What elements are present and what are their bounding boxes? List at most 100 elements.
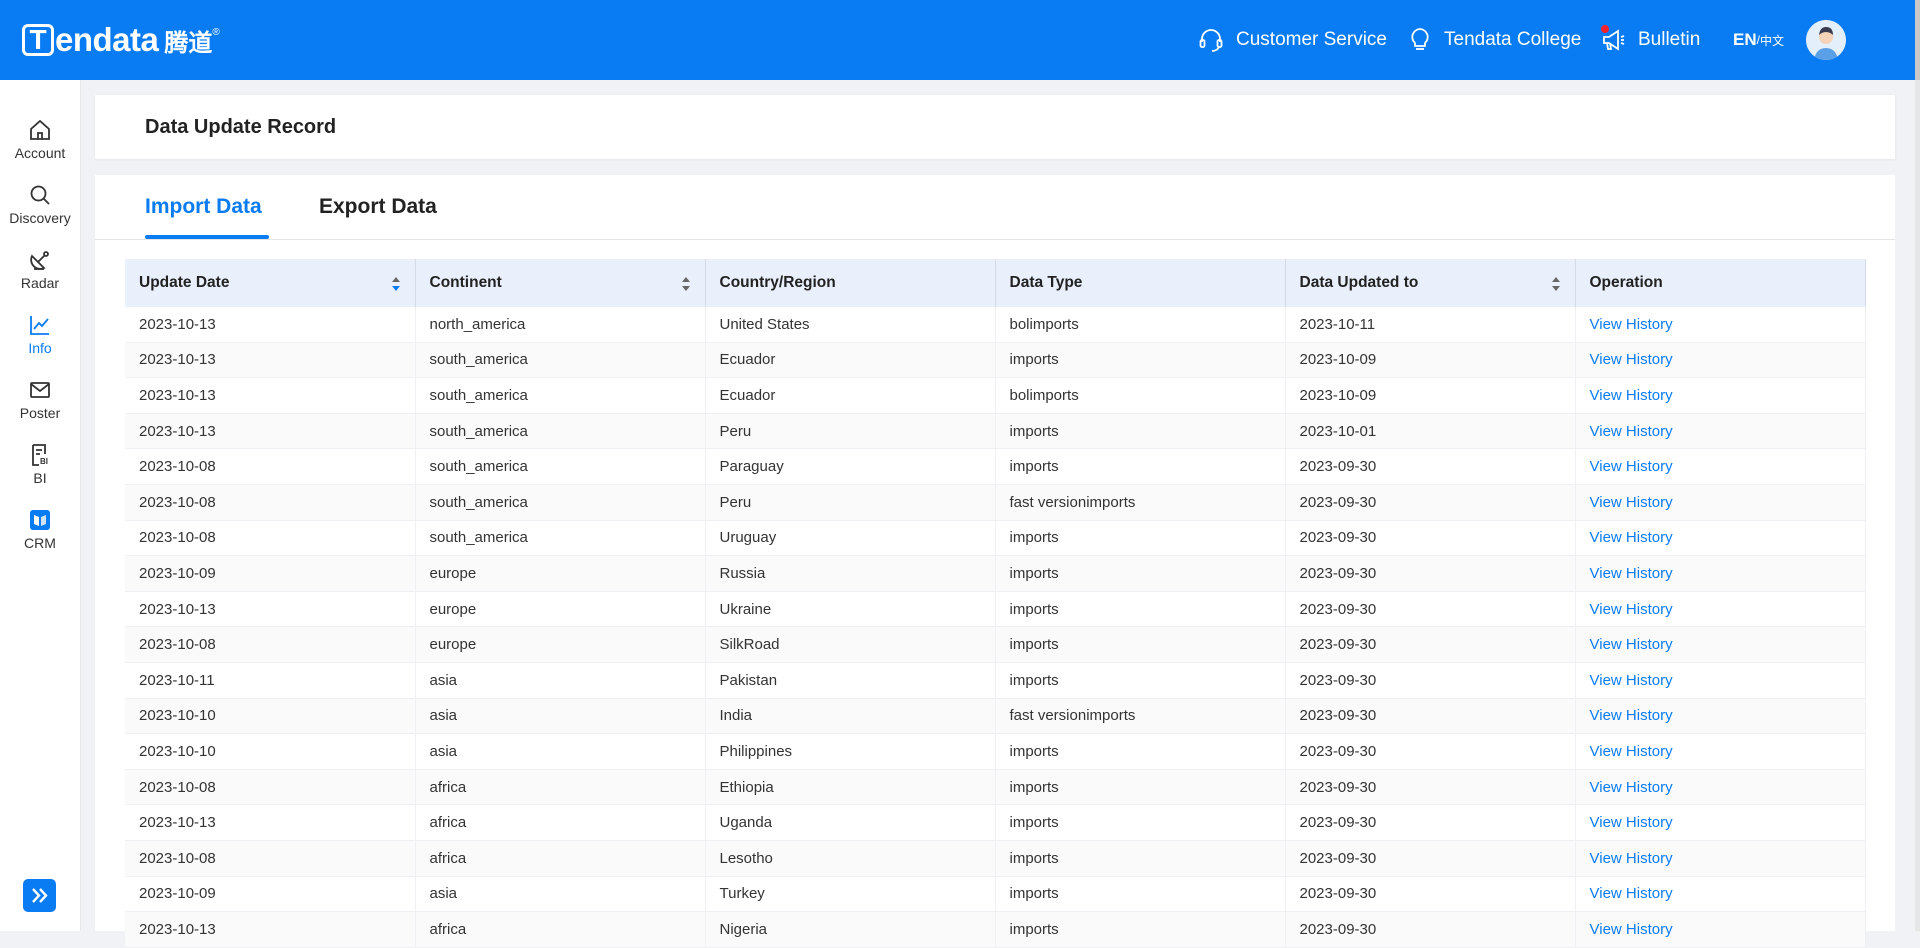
cell-data-updated-to: 2023-09-30	[1285, 911, 1576, 948]
table-row: 2023-10-08 africa Lesotho imports 2023-09-30…	[125, 840, 1866, 877]
user-avatar[interactable]	[1806, 20, 1846, 60]
cell-update-date: 2023-10-10	[125, 698, 416, 735]
view-history-link[interactable]: View History	[1575, 307, 1866, 343]
view-history-link[interactable]: View History	[1575, 555, 1866, 592]
headset-icon	[1199, 29, 1223, 52]
table-row: 2023-10-08 europe SilkRoad imports 2023-09-3…	[125, 626, 1866, 663]
view-history-link[interactable]: View History	[1575, 484, 1866, 521]
tendata-logo[interactable]: T endata 腾道 ®	[22, 21, 220, 58]
view-history-link[interactable]: View History	[1575, 448, 1866, 485]
table-row: 2023-10-13 africa Uganda imports 2023-09-30 V…	[125, 804, 1866, 841]
sidebar-item-poster[interactable]: Poster	[0, 378, 80, 438]
cell-data-updated-to: 2023-09-30	[1285, 804, 1576, 841]
cell-data-updated-to: 2023-09-30	[1285, 662, 1576, 699]
table-row: 2023-10-13 south_america Ecuador imports 202…	[125, 342, 1866, 379]
cell-country-region: Philippines	[705, 733, 996, 770]
cell-country-region: Lesotho	[705, 840, 996, 877]
tendata-college-link[interactable]: Tendata College	[1408, 27, 1581, 53]
lang-en[interactable]: EN	[1733, 30, 1757, 50]
cell-continent: europe	[415, 591, 706, 628]
cell-data-type: fast versionimports	[995, 698, 1286, 735]
sidebar-item-radar[interactable]: Radar	[0, 248, 80, 308]
table-row: 2023-10-08 south_america Uruguay imports 202…	[125, 520, 1866, 557]
cell-data-type: imports	[995, 448, 1286, 485]
cell-country-region: Uruguay	[705, 520, 996, 557]
cell-update-date: 2023-10-10	[125, 733, 416, 770]
view-history-link[interactable]: View History	[1575, 626, 1866, 663]
sidebar-item-account[interactable]: Account	[0, 118, 80, 178]
line-chart-icon	[30, 316, 49, 335]
table-row: 2023-10-13 south_america Peru imports 2023-1…	[125, 413, 1866, 450]
cell-data-updated-to: 2023-10-11	[1285, 307, 1576, 343]
view-history-link[interactable]: View History	[1575, 591, 1866, 628]
cell-data-updated-to: 2023-09-30	[1285, 698, 1576, 735]
sidebar-item-bi[interactable]: BI BI	[0, 443, 80, 503]
view-history-link[interactable]: View History	[1575, 520, 1866, 557]
cell-continent: asia	[415, 733, 706, 770]
cell-data-updated-to: 2023-09-30	[1285, 769, 1576, 806]
cell-country-region: Peru	[705, 413, 996, 450]
tab-export-data[interactable]: Export Data	[319, 195, 437, 219]
search-icon	[30, 185, 50, 205]
cell-continent: asia	[415, 698, 706, 735]
table-row: 2023-10-09 asia Turkey imports 2023-09-30 Vie…	[125, 876, 1866, 913]
bulletin-link[interactable]: Bulletin	[1600, 25, 1701, 53]
sort-icon[interactable]	[391, 276, 401, 292]
table-row: 2023-10-13 europe Ukraine imports 2023-09-30…	[125, 591, 1866, 628]
view-history-link[interactable]: View History	[1575, 662, 1866, 699]
view-history-link[interactable]: View History	[1575, 413, 1866, 450]
sidebar-item-crm[interactable]: CRM	[0, 508, 80, 568]
table-row: 2023-10-08 south_america Paraguay imports 20…	[125, 448, 1866, 485]
cell-country-region: Pakistan	[705, 662, 996, 699]
cell-continent: asia	[415, 876, 706, 913]
logo-mark: T	[22, 24, 54, 56]
lang-cn[interactable]: 中文	[1760, 32, 1784, 49]
sidebar-item-info[interactable]: Info	[0, 313, 80, 373]
sort-icon[interactable]	[1551, 276, 1561, 292]
cell-update-date: 2023-10-13	[125, 413, 416, 450]
cell-data-updated-to: 2023-09-30	[1285, 840, 1576, 877]
cell-update-date: 2023-10-08	[125, 484, 416, 521]
sidebar-item-label: BI	[33, 470, 47, 486]
view-history-link[interactable]: View History	[1575, 911, 1866, 948]
column-header-update-date[interactable]: Update Date	[125, 259, 416, 307]
sidebar-item-label: CRM	[24, 535, 56, 551]
left-sidebar: Account Discovery Radar Info Poster BI B…	[0, 80, 81, 931]
cell-update-date: 2023-10-08	[125, 520, 416, 557]
cell-data-type: fast versionimports	[995, 484, 1286, 521]
logo-registered: ®	[212, 26, 220, 38]
table-row: 2023-10-13 africa Nigeria imports 2023-09-30…	[125, 911, 1866, 948]
content-card: Import Data Export Data Update Date Cont…	[95, 175, 1895, 948]
language-switch[interactable]: EN / 中文	[1733, 30, 1784, 50]
cell-data-type: imports	[995, 520, 1286, 557]
radar-icon	[30, 251, 49, 270]
sidebar-item-discovery[interactable]: Discovery	[0, 183, 80, 243]
view-history-link[interactable]: View History	[1575, 342, 1866, 379]
cell-update-date: 2023-10-13	[125, 307, 416, 343]
tab-import-data[interactable]: Import Data	[145, 195, 262, 219]
column-header-continent[interactable]: Continent	[415, 259, 706, 307]
view-history-link[interactable]: View History	[1575, 377, 1866, 414]
cell-update-date: 2023-10-09	[125, 555, 416, 592]
view-history-link[interactable]: View History	[1575, 876, 1866, 913]
page-scrollbar[interactable]	[1915, 80, 1920, 931]
svg-text:BI: BI	[40, 457, 48, 466]
cell-update-date: 2023-10-13	[125, 911, 416, 948]
bulletin-label: Bulletin	[1638, 29, 1701, 50]
view-history-link[interactable]: View History	[1575, 840, 1866, 877]
cell-data-type: imports	[995, 555, 1286, 592]
view-history-link[interactable]: View History	[1575, 698, 1866, 735]
table-row: 2023-10-13 south_america Ecuador bolimports…	[125, 377, 1866, 414]
view-history-link[interactable]: View History	[1575, 804, 1866, 841]
cell-data-type: imports	[995, 769, 1286, 806]
cell-data-updated-to: 2023-09-30	[1285, 520, 1576, 557]
customer-service-link[interactable]: Customer Service	[1198, 27, 1387, 53]
view-history-link[interactable]: View History	[1575, 769, 1866, 806]
column-header-data-updated-to[interactable]: Data Updated to	[1285, 259, 1576, 307]
view-history-link[interactable]: View History	[1575, 733, 1866, 770]
expand-sidebar-button[interactable]	[23, 879, 56, 912]
cell-update-date: 2023-10-13	[125, 804, 416, 841]
cell-data-updated-to: 2023-09-30	[1285, 591, 1576, 628]
cell-data-type: imports	[995, 626, 1286, 663]
sort-icon[interactable]	[681, 276, 691, 292]
